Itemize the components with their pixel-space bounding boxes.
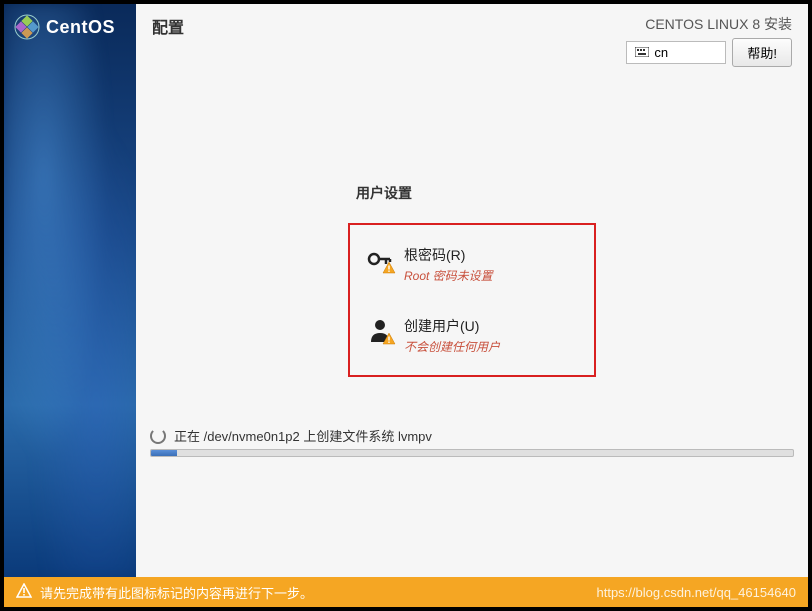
help-button[interactable]: 帮助! bbox=[732, 38, 792, 67]
keyboard-layout-selector[interactable]: cn bbox=[626, 41, 726, 64]
warning-text: 请先完成带有此图标标记的内容再进行下一步。 bbox=[40, 583, 313, 602]
progress-text: 正在 /dev/nvme0n1p2 上创建文件系统 lvmpv bbox=[174, 426, 432, 445]
progress-fill bbox=[151, 450, 177, 456]
warning-bar: 请先完成带有此图标标记的内容再进行下一步。 https://blog.csdn.… bbox=[4, 577, 808, 607]
create-user-title: 创建用户(U) bbox=[404, 316, 570, 336]
user-settings-box: 根密码(R) Root 密码未设置 bbox=[348, 223, 596, 377]
page-title: 配置 bbox=[152, 14, 184, 38]
keyboard-icon bbox=[635, 45, 649, 60]
brand-name: CentOS bbox=[46, 17, 115, 38]
install-title: CENTOS LINUX 8 安装 bbox=[626, 14, 792, 34]
sidebar: CentOS bbox=[4, 4, 136, 577]
spinner-icon bbox=[150, 428, 166, 444]
progress-bar bbox=[150, 449, 794, 457]
center-area: 用户设置 根密码(R) bbox=[136, 73, 808, 426]
warning-triangle-icon bbox=[16, 583, 32, 602]
progress-area: 正在 /dev/nvme0n1p2 上创建文件系统 lvmpv bbox=[136, 426, 808, 577]
user-settings-heading: 用户设置 bbox=[348, 183, 596, 203]
create-user-spoke[interactable]: 创建用户(U) 不会创建任何用户 bbox=[366, 312, 570, 359]
user-icon bbox=[366, 316, 394, 344]
warning-badge-icon bbox=[382, 261, 396, 275]
root-password-spoke[interactable]: 根密码(R) Root 密码未设置 bbox=[366, 241, 570, 288]
watermark-text: https://blog.csdn.net/qq_46154640 bbox=[597, 585, 797, 600]
root-password-title: 根密码(R) bbox=[404, 245, 570, 265]
topbar: 配置 CENTOS LINUX 8 安装 cn 帮助! bbox=[136, 4, 808, 73]
keyboard-layout-code: cn bbox=[654, 45, 668, 60]
brand: CentOS bbox=[14, 14, 115, 40]
warning-badge-icon bbox=[382, 332, 396, 346]
content-area: 配置 CENTOS LINUX 8 安装 cn 帮助! bbox=[136, 4, 808, 577]
key-icon bbox=[366, 245, 394, 273]
create-user-status: 不会创建任何用户 bbox=[404, 338, 570, 355]
root-password-status: Root 密码未设置 bbox=[404, 267, 570, 284]
centos-logo-icon bbox=[14, 14, 40, 40]
